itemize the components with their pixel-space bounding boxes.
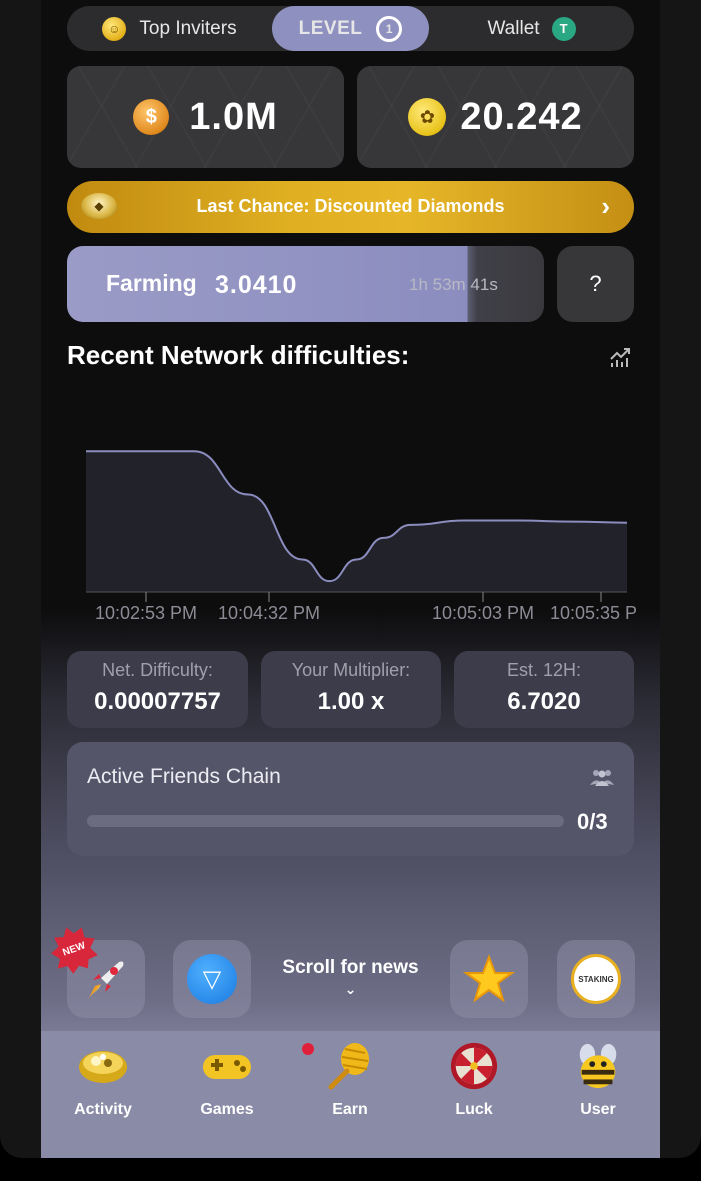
chart-x-axis: 10:02:53 PM 10:04:32 PM 10:05:03 PM 10:05:3… (86, 591, 637, 623)
chart-tick-label: 10:05:35 PM (550, 603, 637, 623)
scroll-news-label: Scroll for news (282, 957, 419, 978)
notification-dot (302, 1043, 314, 1055)
wheel-icon (450, 1042, 498, 1090)
nav-label: User (580, 1101, 616, 1118)
friends-title: Active Friends Chain (87, 765, 281, 788)
star-icon (463, 954, 515, 1003)
bee-balance-card: ✿ 20.242 (357, 66, 634, 168)
stat-net-difficulty: Net. Difficulty: 0.00007757 (67, 651, 248, 728)
staking-button[interactable]: STAKING (557, 940, 635, 1018)
active-friends-card[interactable]: Active Friends Chain 0/3 (67, 742, 634, 856)
tab-top-inviters-label: Top Inviters (139, 17, 237, 39)
treasure-icon (79, 1051, 127, 1083)
promo-text: Last Chance: Discounted Diamonds (196, 196, 505, 216)
star-button[interactable] (450, 940, 528, 1018)
usd-balance-value: 1.0M (189, 95, 278, 138)
app-screen: ☺ Top Inviters LEVEL 1 Wallet T $ 1.0M ✿… (41, 0, 660, 1158)
tab-wallet[interactable]: Wallet T (429, 6, 634, 51)
stat-label: Your Multiplier: (291, 660, 411, 680)
nav-item-luck[interactable]: Luck (419, 1041, 529, 1131)
tether-icon: T (551, 16, 576, 41)
ton-icon: ▽ (187, 954, 237, 1004)
tab-level[interactable]: LEVEL 1 (272, 6, 429, 51)
farming-label: Farming (106, 270, 197, 296)
level-badge-icon: 1 (376, 15, 403, 42)
nav-item-earn[interactable]: Earn (295, 1041, 405, 1131)
nav-item-user[interactable]: User (543, 1041, 653, 1131)
nav-item-games[interactable]: Games (172, 1041, 282, 1131)
usd-balance-card: $ 1.0M (67, 66, 344, 168)
gamepad-icon (203, 1055, 251, 1079)
top-tab-bar: ☺ Top Inviters LEVEL 1 Wallet T (67, 6, 634, 51)
stat-label: Est. 12H: (506, 660, 582, 680)
rocket-icon (89, 961, 124, 998)
bee-coin-icon: ✿ (408, 98, 447, 136)
chart-tick-label: 10:04:32 PM (218, 603, 320, 623)
chevron-right-icon: › (601, 191, 610, 221)
farming-value: 3.0410 (215, 271, 298, 299)
honey-dipper-icon (328, 1043, 369, 1090)
bee-balance-value: 20.242 (460, 95, 583, 138)
promo-banner[interactable]: ◆ Last Chance: Discounted Diamonds › (67, 181, 634, 233)
chart-section-title: Recent Network difficulties: (67, 340, 410, 370)
stat-label: Net. Difficulty: (102, 660, 213, 680)
chart-tick-label: 10:02:53 PM (95, 603, 197, 623)
chart-toggle-icon[interactable] (609, 345, 631, 369)
staking-icon: STAKING (571, 954, 621, 1004)
scroll-for-news[interactable]: Scroll for news ⌄ (261, 957, 440, 998)
tab-level-label: LEVEL (298, 17, 363, 39)
stat-value: 0.00007757 (94, 688, 221, 715)
nav-label: Games (200, 1101, 254, 1118)
dollar-coin-icon: $ (133, 99, 170, 135)
tab-wallet-label: Wallet (487, 17, 540, 39)
nav-item-activity[interactable]: Activity (48, 1041, 158, 1131)
friends-count: 0/3 (577, 809, 608, 834)
stat-est-12h: Est. 12H: 6.7020 (454, 651, 634, 728)
bee-icon (579, 1043, 617, 1089)
nav-label: Luck (455, 1101, 493, 1118)
farming-progress-button[interactable]: Farming 3.0410 1h 53m 41s (67, 246, 544, 322)
ton-button[interactable]: ▽ (173, 940, 251, 1018)
farming-timer: 1h 53m 41s (409, 275, 498, 294)
gold-coin-icon: ☺ (102, 16, 127, 41)
tab-top-inviters[interactable]: ☺ Top Inviters (67, 6, 272, 51)
help-button[interactable]: ? (557, 246, 634, 322)
network-difficulty-chart: 10:02:53 PM 10:04:32 PM 10:05:03 PM 10:05:3… (85, 450, 637, 623)
friends-progress-track (87, 815, 564, 827)
stat-value: 1.00 x (317, 688, 385, 715)
stat-multiplier: Your Multiplier: 1.00 x (261, 651, 441, 728)
stat-value: 6.7020 (507, 688, 581, 715)
chevron-down-icon: ⌄ (344, 981, 357, 997)
chart-tick-label: 10:05:03 PM (432, 603, 534, 623)
nav-label: Activity (74, 1101, 132, 1118)
friends-group-icon (590, 770, 614, 786)
nav-label: Earn (332, 1101, 368, 1118)
bottom-navigation: Activity Games Earn Luck User (41, 1031, 660, 1158)
